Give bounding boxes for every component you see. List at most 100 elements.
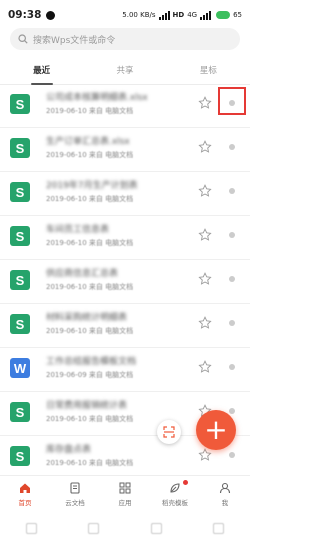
tab-recent[interactable]: 最近 — [0, 58, 83, 85]
file-row[interactable]: S 材料采购统计明细表 2019-06-10 来自 电脑文档 — [0, 304, 250, 348]
search-input[interactable]: 搜索Wps文件或命令 — [10, 28, 240, 50]
bottom-nav: 首页 云文档 应用 稻壳模板 我 — [0, 475, 250, 516]
recents-icon[interactable] — [25, 523, 37, 534]
star-icon[interactable] — [198, 272, 212, 286]
file-meta: 2019-06-10 来自 电脑文档 — [46, 458, 176, 468]
file-meta: 2019-06-10 来自 电脑文档 — [46, 194, 176, 204]
file-source: 来自 电脑文档 — [88, 151, 134, 159]
star-icon[interactable] — [198, 448, 212, 462]
hd-label: HD — [172, 11, 185, 19]
nav-templates-label: 稻壳模板 — [162, 499, 188, 507]
file-date: 2019-06-10 — [46, 459, 87, 467]
file-meta: 2019-06-09 来自 电脑文档 — [46, 370, 176, 380]
status-bar: 09:38 5.00 KB/s HD 4G 65 — [0, 0, 250, 30]
battery-icon — [216, 11, 231, 19]
file-date: 2019-06-10 — [46, 151, 87, 159]
file-meta: 2019-06-10 来自 电脑文档 — [46, 326, 176, 336]
file-name: 公司成本核算明细表.xlsx — [46, 93, 148, 103]
file-date: 2019-06-10 — [46, 239, 87, 247]
file-date: 2019-06-10 — [46, 415, 87, 423]
more-options-icon[interactable] — [229, 144, 235, 150]
nav-home[interactable]: 首页 — [0, 476, 50, 516]
file-name: 供应商信息汇总表 — [46, 269, 119, 279]
file-name: 2019年7月生产计划表 — [46, 181, 138, 191]
tab-starred[interactable]: 星标 — [167, 58, 250, 84]
file-row[interactable]: S 公司成本核算明细表.xlsx 2019-06-10 来自 电脑文档 — [0, 84, 250, 128]
scan-button[interactable] — [157, 420, 181, 444]
nav-apps-label: 应用 — [118, 499, 132, 507]
menu-icon[interactable] — [88, 523, 100, 534]
spreadsheet-file-icon: S — [10, 94, 30, 114]
file-date: 2019-06-10 — [46, 195, 87, 203]
status-time: 09:38 — [8, 9, 42, 21]
nav-apps[interactable]: 应用 — [100, 476, 150, 516]
new-document-button[interactable]: + — [196, 410, 236, 450]
star-icon[interactable] — [198, 96, 212, 110]
spreadsheet-file-icon: S — [10, 446, 30, 466]
file-source: 来自 电脑文档 — [88, 371, 134, 379]
tab-bar: 最近 共享 星标 — [0, 58, 250, 85]
nav-templates[interactable]: 稻壳模板 — [150, 476, 200, 516]
more-options-icon[interactable] — [229, 408, 235, 414]
file-name: 生产订单汇总表.xlsx — [46, 137, 130, 147]
writer-file-icon: W — [10, 358, 30, 378]
star-icon[interactable] — [198, 316, 212, 330]
more-options-icon[interactable] — [229, 452, 235, 458]
more-options-icon[interactable] — [229, 320, 235, 326]
notification-icon — [46, 10, 56, 20]
file-source: 来自 电脑文档 — [88, 327, 134, 335]
file-meta: 2019-06-10 来自 电脑文档 — [46, 282, 176, 292]
spreadsheet-file-icon: S — [10, 270, 30, 290]
file-source: 来自 电脑文档 — [88, 459, 134, 467]
cloud-doc-icon — [70, 482, 80, 494]
signal-icon-2 — [200, 10, 212, 20]
file-source: 来自 电脑文档 — [88, 415, 134, 423]
more-options-icon[interactable] — [229, 232, 235, 238]
more-options-icon[interactable] — [229, 364, 235, 370]
spreadsheet-file-icon: S — [10, 226, 30, 246]
network-speed: 5.00 KB/s — [122, 11, 156, 19]
file-name: 车间员工信息表 — [46, 225, 110, 235]
file-name: 工作总结报告模板文档 — [46, 357, 137, 367]
star-icon[interactable] — [198, 360, 212, 374]
spreadsheet-file-icon: S — [10, 182, 30, 202]
spreadsheet-file-icon: S — [10, 314, 30, 334]
plus-icon: + — [204, 413, 228, 446]
file-row[interactable]: W 工作总结报告模板文档 2019-06-09 来自 电脑文档 — [0, 348, 250, 392]
signal-icon — [158, 10, 170, 20]
status-icons: 5.00 KB/s HD 4G 65 — [122, 10, 242, 20]
highlight-box — [218, 87, 246, 115]
tab-shared[interactable]: 共享 — [83, 58, 166, 84]
search-icon — [18, 34, 28, 44]
file-name: 材料采购统计明细表 — [46, 313, 128, 323]
spreadsheet-file-icon: S — [10, 402, 30, 422]
nav-cloud-docs[interactable]: 云文档 — [50, 476, 100, 516]
nav-home-label: 首页 — [18, 499, 32, 507]
home-nav-icon[interactable] — [150, 523, 162, 534]
template-icon — [170, 483, 180, 493]
file-row[interactable]: S 2019年7月生产计划表 2019-06-10 来自 电脑文档 — [0, 172, 250, 216]
scan-icon — [163, 426, 175, 438]
file-name: 日常费用报销统计表 — [46, 401, 128, 411]
back-icon[interactable] — [213, 523, 225, 534]
file-source: 来自 电脑文档 — [88, 283, 134, 291]
more-options-icon[interactable] — [229, 276, 235, 282]
file-row[interactable]: S 供应商信息汇总表 2019-06-10 来自 电脑文档 — [0, 260, 250, 304]
star-icon[interactable] — [198, 140, 212, 154]
file-row[interactable]: S 生产订单汇总表.xlsx 2019-06-10 来自 电脑文档 — [0, 128, 250, 172]
home-icon — [20, 483, 30, 493]
star-icon[interactable] — [198, 228, 212, 242]
file-source: 来自 电脑文档 — [88, 239, 134, 247]
file-date: 2019-06-10 — [46, 107, 87, 115]
nav-me[interactable]: 我 — [200, 476, 250, 516]
notification-badge — [183, 480, 188, 485]
file-source: 来自 电脑文档 — [88, 107, 134, 115]
file-date: 2019-06-10 — [46, 283, 87, 291]
nav-me-label: 我 — [221, 499, 229, 507]
star-icon[interactable] — [198, 184, 212, 198]
file-meta: 2019-06-10 来自 电脑文档 — [46, 106, 176, 116]
nav-cloud-docs-label: 云文档 — [65, 499, 85, 507]
spreadsheet-file-icon: S — [10, 138, 30, 158]
more-options-icon[interactable] — [229, 188, 235, 194]
file-row[interactable]: S 车间员工信息表 2019-06-10 来自 电脑文档 — [0, 216, 250, 260]
